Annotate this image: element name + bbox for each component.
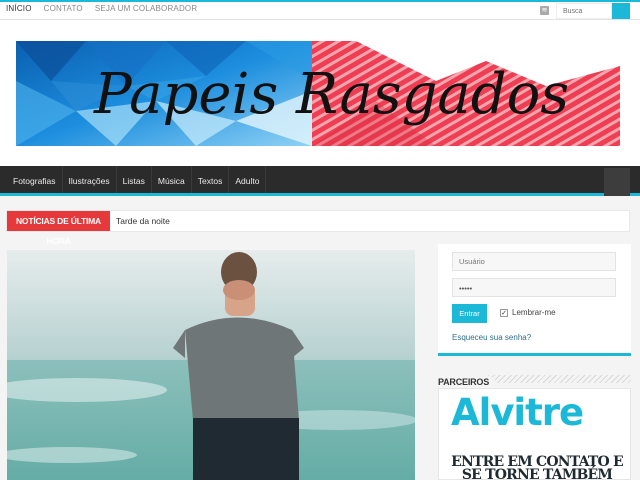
login-widget: ••••• Entrar ✓ Lembrar-me Esqueceu sua s… [438, 244, 631, 356]
login-button[interactable]: Entrar [452, 304, 487, 323]
nav-random-button[interactable] [604, 168, 630, 196]
top-nav-collaborate[interactable]: SEJA UM COLABORADOR [95, 4, 198, 13]
rss-icon[interactable]: ≋ [540, 6, 549, 15]
remember-checkbox[interactable]: ✓ [500, 308, 508, 317]
site-banner[interactable]: Papeis Rasgados [16, 41, 620, 146]
nav-item-musica[interactable]: Música [152, 166, 192, 193]
nav-item-listas[interactable]: Listas [117, 166, 152, 193]
nav-item-textos[interactable]: Textos [192, 166, 230, 193]
partner-tagline: ENTRE EM CONTATO E SE TORNE TAMBÉM [451, 454, 624, 480]
heading-divider [488, 375, 631, 383]
featured-post-image[interactable] [7, 250, 415, 480]
breaking-news: NOTÍCIAS DE ÚLTIMA HORA Tarde da noite [6, 210, 630, 246]
top-bar: INÍCIO CONTATO SEJA UM COLABORADOR ≋ [0, 0, 640, 20]
partners-title: PARCEIROS [438, 377, 496, 387]
banner-art: Papeis Rasgados [16, 41, 620, 146]
password-field[interactable]: ••••• [452, 278, 616, 297]
main-nav: Fotografias Ilustrações Listas Música Te… [0, 166, 640, 196]
search-input[interactable] [556, 3, 612, 19]
username-field[interactable] [452, 252, 616, 271]
partner-banner[interactable]: Alvitre ENTRE EM CONTATO E SE TORNE TAMB… [438, 388, 631, 480]
top-nav: INÍCIO CONTATO SEJA UM COLABORADOR [6, 4, 197, 13]
nav-item-fotografias[interactable]: Fotografias [0, 166, 63, 193]
search-button[interactable] [612, 3, 630, 19]
nav-item-ilustracoes[interactable]: Ilustrações [63, 166, 117, 193]
partners-heading: PARCEIROS [438, 372, 631, 387]
post-photo [7, 250, 415, 480]
nav-item-adulto[interactable]: Adulto [229, 166, 267, 193]
breaking-news-item[interactable]: Tarde da noite [116, 211, 170, 231]
partner-logo: Alvitre [451, 391, 584, 434]
remember-label: Lembrar-me [512, 308, 556, 317]
breaking-news-label: NOTÍCIAS DE ÚLTIMA HORA [7, 211, 110, 246]
site-header: Papeis Rasgados [0, 20, 640, 166]
top-nav-contact[interactable]: CONTATO [44, 4, 83, 13]
top-nav-home[interactable]: INÍCIO [6, 4, 32, 13]
forgot-password-link[interactable]: Esqueceu sua senha? [452, 333, 531, 342]
banner-title: Papeis Rasgados [93, 62, 569, 127]
remember-me[interactable]: ✓ Lembrar-me [500, 308, 556, 317]
